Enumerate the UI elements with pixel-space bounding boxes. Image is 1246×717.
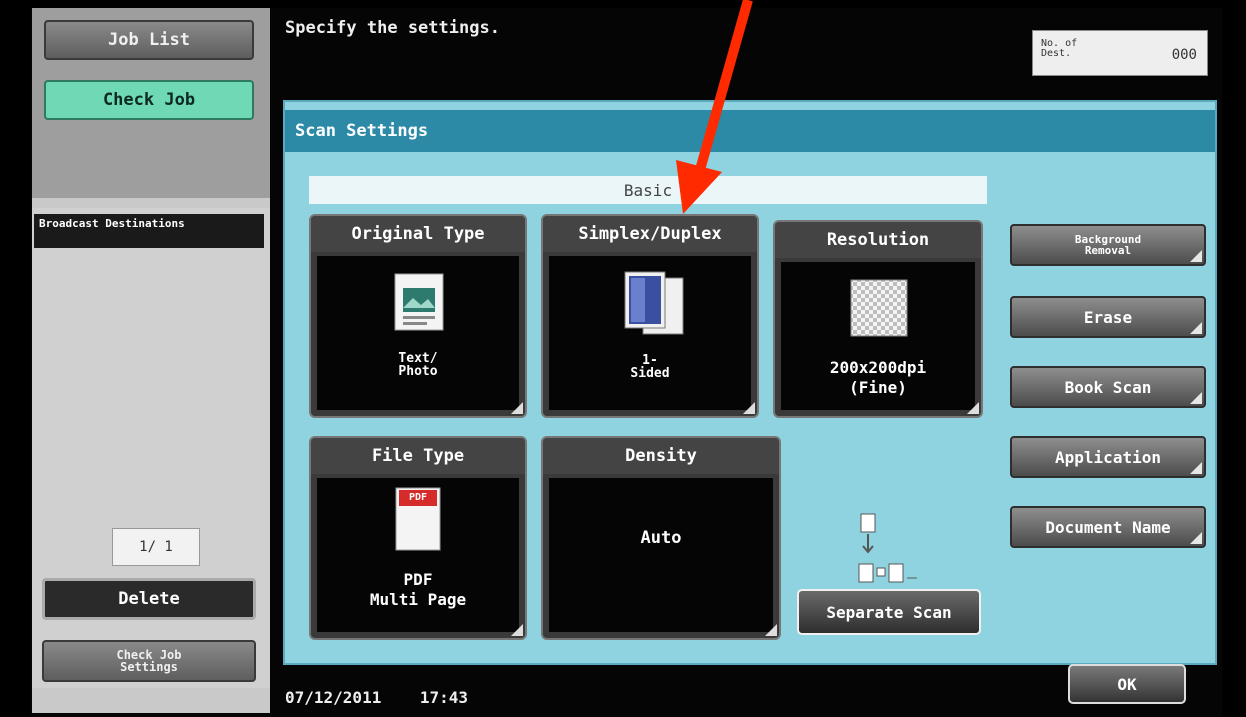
- annotation-arrow: [676, 0, 753, 214]
- scanner-screen: Job List Check Job Broadcast Destination…: [0, 0, 1246, 717]
